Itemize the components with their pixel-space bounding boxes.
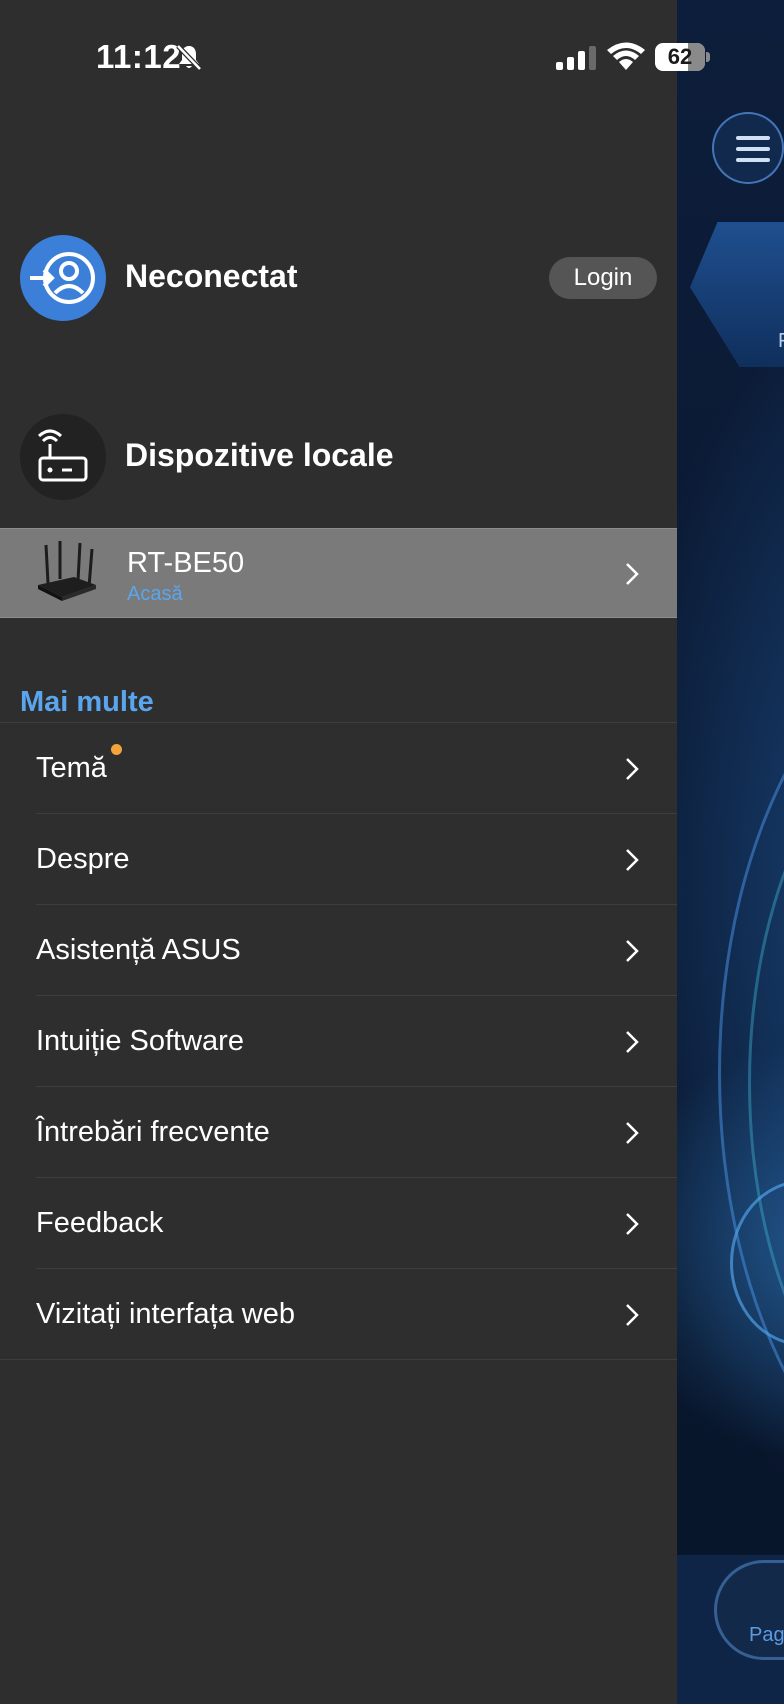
bell-muted-icon <box>176 44 202 71</box>
more-menu-list: Temă Despre Asistență ASUS Intuiție Soft… <box>0 722 677 1360</box>
status-time: 11:12 <box>96 38 182 75</box>
background-hex-tile[interactable] <box>690 222 784 367</box>
menu-item-software-insight[interactable]: Intuiție Software <box>36 996 677 1087</box>
battery-indicator: 62 <box>655 43 710 71</box>
chevron-right-icon <box>626 1213 639 1235</box>
chevron-right-icon <box>626 758 639 780</box>
menu-item-asus-support[interactable]: Asistență ASUS <box>36 905 677 996</box>
background-menu-button[interactable] <box>712 112 784 184</box>
chevron-right-icon <box>626 563 639 585</box>
menu-item-label: Intuiție Software <box>36 1025 244 1057</box>
device-row[interactable]: RT-BE50 Acasă <box>0 528 677 618</box>
router-device-image <box>38 541 96 601</box>
cellular-signal-icon <box>556 46 596 70</box>
wifi-icon <box>607 42 645 70</box>
account-avatar[interactable] <box>20 235 106 321</box>
device-location: Acasă <box>127 583 183 605</box>
local-devices-badge <box>20 414 106 500</box>
screen: F Pag 11:12 <box>0 0 784 1704</box>
background-hex-label: F <box>778 330 784 353</box>
background-tab-label: Pag <box>749 1624 784 1646</box>
menu-item-label: Vizitați interfața web <box>36 1298 295 1330</box>
account-status: Neconectat <box>125 258 298 294</box>
menu-item-about[interactable]: Despre <box>36 814 677 905</box>
local-devices-title: Dispozitive locale <box>125 437 394 473</box>
battery-level: 62 <box>667 44 693 69</box>
menu-item-faq[interactable]: Întrebări frecvente <box>36 1087 677 1178</box>
more-section-title: Mai multe <box>20 686 154 718</box>
chevron-right-icon <box>626 1031 639 1053</box>
menu-item-label: Asistență ASUS <box>36 934 241 966</box>
menu-item-web-interface[interactable]: Vizitați interfața web <box>0 1269 677 1360</box>
menu-item-label: Feedback <box>36 1207 164 1239</box>
menu-item-label: Despre <box>36 843 130 875</box>
chevron-right-icon <box>626 1304 639 1326</box>
new-indicator-dot <box>111 744 122 755</box>
menu-item-feedback[interactable]: Feedback <box>36 1178 677 1269</box>
device-name: RT-BE50 <box>127 547 245 579</box>
chevron-right-icon <box>626 1122 639 1144</box>
login-button[interactable]: Login <box>549 257 657 299</box>
chevron-right-icon <box>626 940 639 962</box>
chevron-right-icon <box>626 849 639 871</box>
menu-item-label: Temă <box>36 752 107 784</box>
menu-item-theme[interactable]: Temă <box>36 723 677 814</box>
user-login-icon <box>30 252 95 304</box>
router-icon <box>37 429 88 482</box>
side-drawer: 11:12 62 Neconectat Login Dispozitive lo… <box>0 0 710 1704</box>
menu-item-label: Întrebări frecvente <box>36 1116 270 1148</box>
